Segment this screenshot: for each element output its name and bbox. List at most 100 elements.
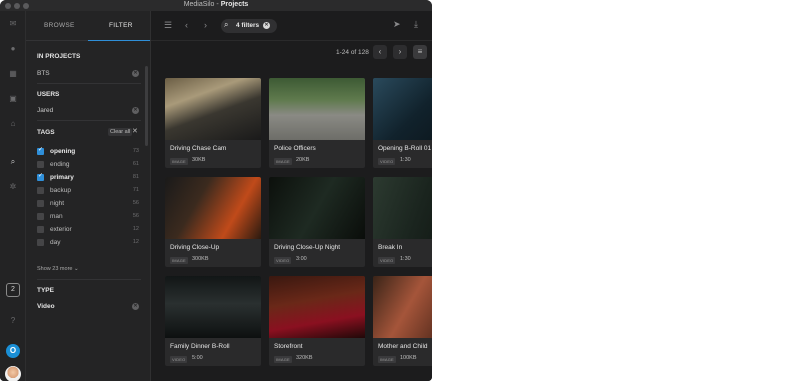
main-content: ☰ ‹ › ⌕ 4 filters ✕ ➤ ⤓ 1-24 of 128 ‹ › … [151,11,432,381]
panel-scrollbar[interactable] [145,66,148,146]
tag-count: 12 [132,239,139,245]
tag-row[interactable]: opening 73 [37,146,141,157]
tag-count: 71 [132,187,139,193]
toolbar: ☰ ‹ › ⌕ 4 filters ✕ ➤ ⤓ [151,11,432,41]
tag-count: 81 [132,174,139,180]
media-card[interactable]: Police Officers IMAGE 20KB [269,78,365,168]
tag-checkbox[interactable] [37,146,44,155]
type-badge: VIDEO [378,257,396,264]
search-filter-pill[interactable]: ⌕ 4 filters ✕ [221,19,277,33]
back-arrow-icon[interactable]: ‹ [185,20,188,30]
left-rail: ✉ ● ▦ ▣ ⌂ ⌕ ✲ 2 ? O [0,11,26,381]
type-badge: VIDEO [274,257,292,264]
tag-checkbox[interactable] [37,172,44,181]
tag-count: 61 [132,161,139,167]
card-name: Opening B-Roll 01 [378,145,432,152]
gear-icon[interactable]: ✲ [8,182,18,192]
clear-all-tags-button[interactable]: Clear all [108,128,133,136]
next-page-button[interactable]: › [393,45,407,59]
thumbnail [269,276,365,338]
tag-row[interactable]: day 12 [37,238,141,248]
prev-page-button[interactable]: ‹ [373,45,387,59]
type-badge: IMAGE [378,356,396,363]
card-meta: 1:30 [400,157,411,163]
card-meta: 20KB [296,157,310,163]
media-card[interactable]: Opening B-Roll 01 VIDEO 1:30 [373,78,432,168]
search-icon: ⌕ [224,20,229,29]
card-name: Driving Close-Up [170,244,220,251]
tag-count: 56 [132,200,139,206]
tag-row[interactable]: primary 81 [37,172,141,183]
tag-row[interactable]: man 56 [37,212,141,222]
home-icon[interactable]: ⌂ [8,119,18,129]
tag-row[interactable]: backup 71 [37,186,141,196]
media-card[interactable]: Mother and Child IMAGE 100KB [373,276,432,366]
clear-tags-close-icon[interactable]: ✕ [132,127,138,135]
tag-checkbox[interactable] [37,226,44,233]
remove-user-filter-button[interactable]: ✕ [132,107,139,114]
tag-checkbox[interactable] [37,187,44,194]
thumbnail [165,78,261,140]
tab-filter[interactable]: FILTER [109,22,133,29]
tag-row[interactable]: ending 61 [37,160,141,170]
media-card[interactable]: Driving Close-Up IMAGE 300KB [165,177,261,267]
divider [37,279,141,280]
notification-badge[interactable]: 2 [6,283,20,297]
tag-row[interactable]: exterior 12 [37,225,141,235]
type-value: Video [37,303,55,310]
app-name: MediaSilo [183,1,215,8]
in-projects-heading: IN PROJECTS [37,53,81,60]
media-card[interactable]: Storefront IMAGE 320KB [269,276,365,366]
thumbnail [373,177,432,239]
show-more-label: Show 23 more [37,266,73,272]
card-meta: 5:00 [192,355,203,361]
send-icon[interactable]: ➤ [393,19,401,30]
card-meta: 1:30 [400,256,411,262]
box-icon[interactable]: ▣ [8,94,18,104]
type-badge: IMAGE [170,158,188,165]
card-name: Driving Close-Up Night [274,244,341,251]
help-icon[interactable]: ? [8,316,18,326]
type-badge: IMAGE [274,356,292,363]
remove-type-filter-button[interactable]: ✕ [132,303,139,310]
calendar-icon[interactable]: ▦ [8,69,18,79]
remove-project-filter-button[interactable]: ✕ [132,70,139,77]
tag-checkbox[interactable] [37,200,44,207]
users-heading: USERS [37,91,60,98]
panel-tabs: BROWSE FILTER [26,11,151,41]
tag-name: exterior [50,226,72,233]
type-badge: IMAGE [274,158,292,165]
thumbnail [165,276,261,338]
thumbnail [269,78,365,140]
pagination-range: 1-24 of 128 [336,49,369,56]
collapse-panel-icon[interactable]: ☰ [164,20,172,31]
type-badge: VIDEO [378,158,396,165]
download-icon[interactable]: ⤓ [414,19,418,30]
account-logo[interactable]: O [6,344,20,358]
inbox-icon[interactable]: ✉ [8,19,18,29]
search-icon[interactable]: ⌕ [8,157,18,167]
forward-arrow-icon[interactable]: › [204,20,207,30]
clear-filters-button[interactable]: ✕ [263,22,270,29]
media-card[interactable]: Driving Close-Up Night VIDEO 3:00 [269,177,365,267]
card-name: Driving Chase Cam [170,145,227,152]
divider [37,120,141,121]
tag-checkbox[interactable] [37,239,44,246]
media-card[interactable]: Family Dinner B-Roll VIDEO 5:00 [165,276,261,366]
tags-heading: TAGS [37,129,55,136]
tab-browse[interactable]: BROWSE [44,22,75,29]
view-options-button[interactable]: ≡ [413,45,427,59]
tag-row[interactable]: night 56 [37,199,141,209]
media-card[interactable]: Driving Chase Cam IMAGE 30KB [165,78,261,168]
tag-checkbox[interactable] [37,161,44,168]
card-name: Family Dinner B-Roll [170,343,230,350]
in-projects-value: BTS [37,70,50,77]
avatar[interactable] [5,366,21,381]
media-card[interactable]: Break In VIDEO 1:30 [373,177,432,267]
show-more-tags-button[interactable]: Show 23 more ⌄ [37,266,79,272]
thumbnail [269,177,365,239]
globe-icon[interactable]: ● [8,44,18,54]
users-value: Jared [37,107,54,114]
tag-checkbox[interactable] [37,213,44,220]
thumbnail [373,276,432,338]
